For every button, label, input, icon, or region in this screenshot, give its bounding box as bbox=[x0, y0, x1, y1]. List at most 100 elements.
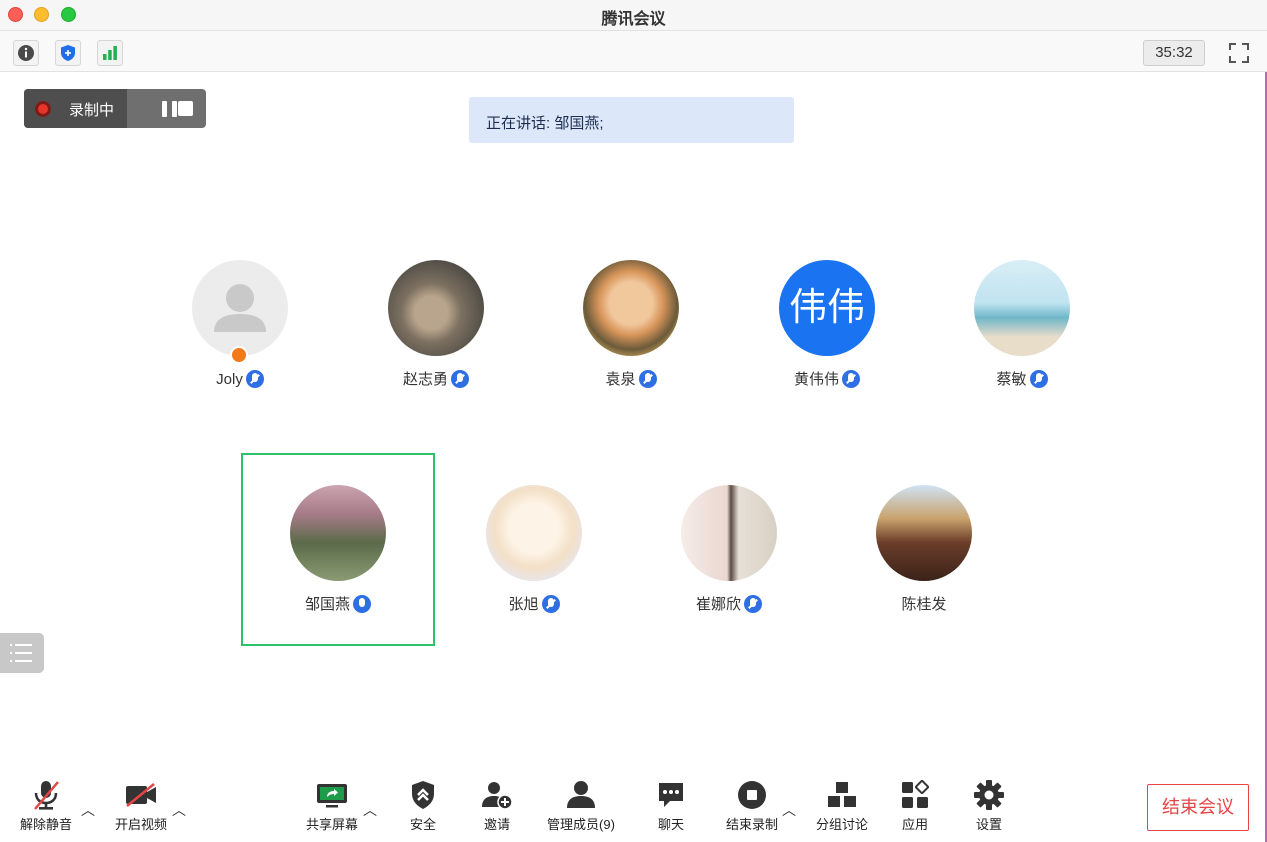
avatar bbox=[583, 260, 679, 356]
share-screen-button[interactable]: 共享屏幕 bbox=[303, 778, 361, 833]
participant-name: 黄伟伟 bbox=[793, 371, 839, 388]
video-options-chevron-up-icon[interactable]: ︿ bbox=[172, 800, 186, 820]
shield-icon bbox=[61, 45, 75, 61]
stop-recording-button[interactable] bbox=[178, 101, 193, 116]
stop-record-icon bbox=[738, 781, 766, 809]
avatar bbox=[290, 485, 386, 581]
participant-name: Joly bbox=[216, 370, 243, 388]
participant-name-row: 袁泉 bbox=[546, 368, 716, 389]
end-recording-label: 结束录制 bbox=[725, 817, 778, 832]
avatar bbox=[974, 260, 1070, 356]
participant-tile[interactable]: 赵志勇 bbox=[351, 260, 521, 389]
end-recording-button[interactable]: 结束录制 bbox=[724, 778, 780, 833]
window-title: 腾讯会议 bbox=[601, 11, 666, 28]
avatar bbox=[486, 485, 582, 581]
participant-tile[interactable]: Joly bbox=[155, 260, 325, 388]
settings-button[interactable]: 设置 bbox=[968, 778, 1010, 833]
breakout-rooms-label: 分组讨论 bbox=[815, 817, 868, 832]
security-button[interactable]: 安全 bbox=[402, 778, 444, 833]
recording-status: 录制中 bbox=[24, 89, 127, 128]
members-icon bbox=[567, 781, 595, 808]
mic-muted-icon bbox=[744, 594, 762, 613]
participant-tile[interactable]: 袁泉 bbox=[546, 260, 716, 389]
pause-recording-button[interactable] bbox=[162, 101, 178, 117]
avatar: 伟伟 bbox=[779, 260, 875, 356]
apps-label: 应用 bbox=[901, 817, 928, 832]
settings-label: 设置 bbox=[975, 817, 1002, 832]
start-video-label: 开启视频 bbox=[114, 817, 167, 832]
participant-tile[interactable]: 邹国燕 bbox=[253, 485, 423, 614]
participant-name: 陈桂发 bbox=[901, 596, 947, 613]
end-meeting-button[interactable]: 结束会议 bbox=[1147, 784, 1249, 831]
invite-button[interactable]: 邀请 bbox=[476, 778, 518, 833]
unmute-label: 解除静音 bbox=[19, 817, 72, 832]
mic-muted-icon bbox=[245, 370, 264, 388]
participant-name: 袁泉 bbox=[605, 371, 636, 388]
participant-name: 邹国燕 bbox=[304, 596, 350, 613]
add-user-icon bbox=[482, 782, 513, 810]
participant-name: 蔡敏 bbox=[996, 371, 1027, 388]
participant-name: 张旭 bbox=[508, 596, 539, 613]
participant-name: 崔娜欣 bbox=[695, 596, 741, 613]
avatar bbox=[876, 485, 972, 581]
meeting-timer: 35:32 bbox=[1143, 40, 1205, 66]
apps-button[interactable]: 应用 bbox=[894, 778, 936, 833]
participant-name: 赵志勇 bbox=[402, 371, 448, 388]
start-video-button[interactable]: 开启视频 bbox=[112, 778, 170, 833]
fullscreen-button[interactable] bbox=[1226, 40, 1252, 66]
info-icon bbox=[18, 45, 34, 61]
participant-tile[interactable]: 蔡敏 bbox=[937, 260, 1107, 389]
fullscreen-icon bbox=[1229, 43, 1249, 63]
participant-tile[interactable]: 崔娜欣 bbox=[644, 485, 814, 614]
network-status-button[interactable] bbox=[97, 40, 123, 66]
list-icon bbox=[10, 644, 32, 662]
chat-label: 聊天 bbox=[657, 817, 684, 832]
participant-name-row: 赵志勇 bbox=[351, 368, 521, 389]
share-screen-icon bbox=[317, 784, 347, 808]
security-label: 安全 bbox=[409, 817, 436, 832]
recording-control-bar: 录制中 bbox=[24, 89, 206, 128]
participant-name-row: Joly bbox=[155, 370, 325, 388]
camera-off-icon bbox=[126, 783, 156, 807]
chat-icon bbox=[659, 783, 683, 807]
avatar bbox=[192, 260, 288, 364]
meeting-controls-bar: 解除静音 ︿ 开启视频 ︿ 共享屏幕 ︿ 安全 邀请 管理成员(9) 聊天 结束… bbox=[0, 768, 1267, 842]
mic-muted-icon bbox=[541, 594, 560, 613]
signal-bars-icon bbox=[103, 46, 117, 60]
manage-members-button[interactable]: 管理成员(9) bbox=[545, 778, 617, 833]
manage-members-label: 管理成员(9) bbox=[547, 817, 615, 832]
host-badge-icon bbox=[230, 346, 248, 364]
unmute-button[interactable]: 解除静音 bbox=[18, 778, 74, 833]
share-screen-label: 共享屏幕 bbox=[305, 817, 358, 832]
mic-muted-icon bbox=[34, 781, 59, 810]
participant-name-row: 陈桂发 bbox=[839, 593, 1009, 614]
active-speaker-text: 正在讲话: 邹国燕; bbox=[486, 115, 604, 132]
participant-tile[interactable]: 陈桂发 bbox=[839, 485, 1009, 614]
member-list-toggle-button[interactable] bbox=[0, 633, 44, 673]
mic-muted-icon bbox=[842, 369, 860, 388]
active-speaker-banner: 正在讲话: 邹国燕; bbox=[469, 97, 794, 143]
pause-icon-bar bbox=[172, 101, 177, 117]
gear-icon bbox=[974, 780, 1004, 810]
shield-icon bbox=[412, 781, 434, 809]
mic-on-icon bbox=[353, 594, 371, 613]
record-dot-icon bbox=[35, 101, 51, 117]
participant-name-row: 邹国燕 bbox=[253, 593, 423, 614]
default-user-icon bbox=[214, 284, 266, 332]
mic-muted-icon bbox=[1029, 369, 1048, 388]
participant-name-row: 崔娜欣 bbox=[644, 593, 814, 614]
participant-tile[interactable]: 张旭 bbox=[449, 485, 619, 614]
title-bar: 腾讯会议 bbox=[0, 0, 1267, 30]
audio-options-chevron-up-icon[interactable]: ︿ bbox=[81, 800, 95, 820]
info-button[interactable] bbox=[13, 40, 39, 66]
chat-button[interactable]: 聊天 bbox=[650, 778, 692, 833]
security-status-button[interactable] bbox=[55, 40, 81, 66]
record-options-chevron-up-icon[interactable]: ︿ bbox=[782, 800, 796, 820]
share-options-chevron-up-icon[interactable]: ︿ bbox=[363, 800, 377, 820]
avatar bbox=[388, 260, 484, 356]
mic-muted-icon bbox=[638, 369, 657, 388]
breakout-rooms-icon bbox=[828, 782, 856, 807]
breakout-rooms-button[interactable]: 分组讨论 bbox=[813, 778, 871, 833]
participant-tile[interactable]: 伟伟 黄伟伟 bbox=[742, 260, 912, 389]
participant-name-row: 张旭 bbox=[449, 593, 619, 614]
